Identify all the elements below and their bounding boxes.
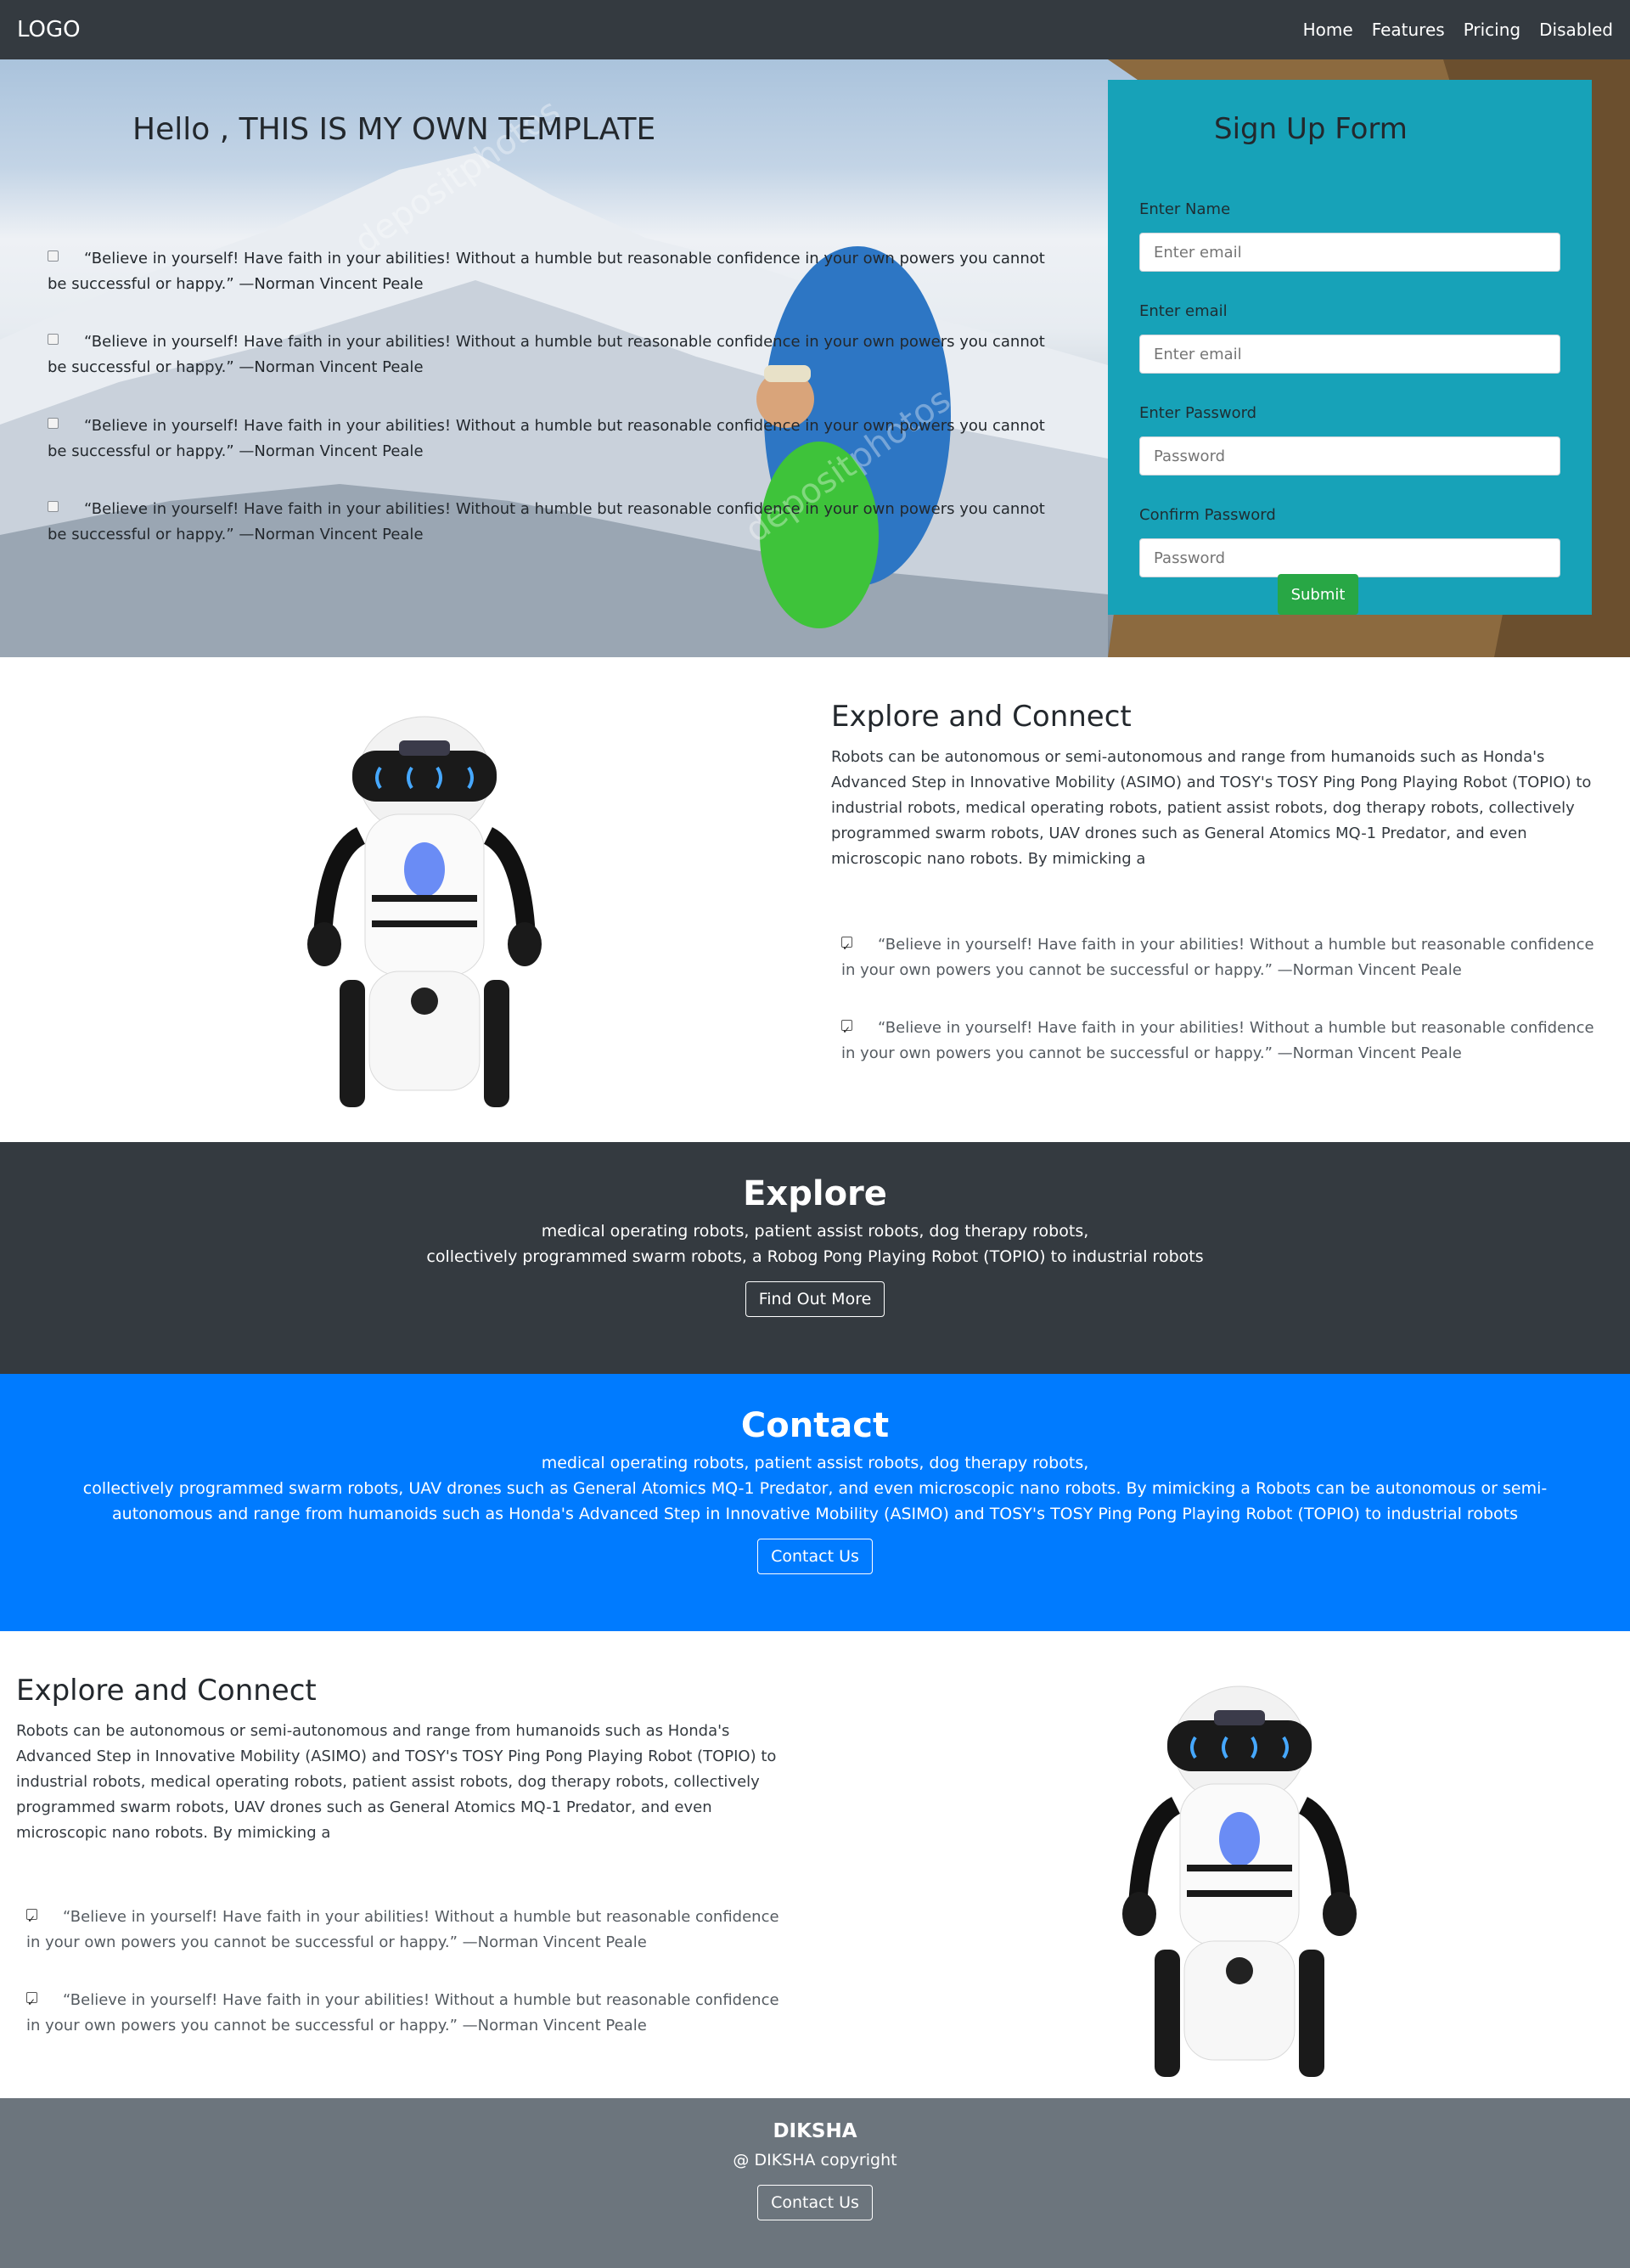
hero-section: depositphotos depositphotos Hello , THIS… xyxy=(0,59,1630,657)
name-label: Enter Name xyxy=(1139,200,1231,218)
password-field[interactable] xyxy=(1139,436,1560,476)
feature-2-quote: “Believe in yourself! Have faith in your… xyxy=(26,1988,790,2039)
feature-2-paragraph: Robots can be autonomous or semi-autonom… xyxy=(16,1722,777,1842)
nav-links: Home Features Pricing Disabled xyxy=(1303,20,1613,40)
quote-checkbox[interactable] xyxy=(48,418,59,429)
quote-checkbox[interactable] xyxy=(48,334,59,345)
robot-image xyxy=(1122,1686,1357,2077)
hero-quote: “Believe in yourself! Have faith in your… xyxy=(48,417,1045,460)
feature-2-title: Explore and Connect xyxy=(16,1674,317,1708)
feature-section-1: Explore and Connect Robots can be autono… xyxy=(0,657,1630,1142)
hero-title: Hello , THIS IS MY OWN TEMPLATE xyxy=(132,112,656,147)
contact-title: Contact xyxy=(740,1406,890,1445)
nav-link-disabled[interactable]: Disabled xyxy=(1539,20,1613,40)
find-out-more-button[interactable]: Find Out More xyxy=(745,1281,885,1317)
footer-contact-us-button[interactable]: Contact Us xyxy=(757,2185,873,2220)
feature-1-paragraph: Robots can be autonomous or semi-autonom… xyxy=(831,748,1592,868)
hero-quote: “Believe in yourself! Have faith in your… xyxy=(48,250,1045,293)
signup-title: Sign Up Form xyxy=(1214,112,1408,146)
footer-brand: DIKSHA xyxy=(773,2120,857,2142)
explore-section: Explore medical operating robots, patien… xyxy=(0,1142,1630,1374)
robot-image xyxy=(307,716,542,1107)
navbar: LOGO Home Features Pricing Disabled xyxy=(0,0,1630,59)
explore-line-1: medical operating robots, patient assist… xyxy=(541,1222,1089,1241)
confirm-password-label: Confirm Password xyxy=(1139,506,1276,524)
quote-checkbox-checked[interactable] xyxy=(841,934,852,960)
hero-quote: “Believe in yourself! Have faith in your… xyxy=(48,500,1045,543)
feature-2-quote: “Believe in yourself! Have faith in your… xyxy=(26,1905,790,1956)
quote-checkbox-checked[interactable] xyxy=(841,1017,852,1043)
footer-copyright: @ DIKSHA copyright xyxy=(733,2151,897,2170)
quote-checkbox-checked[interactable] xyxy=(26,1906,37,1932)
email-label: Enter email xyxy=(1139,302,1228,320)
explore-line-2: collectively programmed swarm robots, a … xyxy=(426,1247,1204,1266)
signup-form: Sign Up Form Enter Name Enter email Ente… xyxy=(1108,80,1592,615)
feature-1-quote: “Believe in yourself! Have faith in your… xyxy=(841,932,1605,983)
footer: DIKSHA @ DIKSHA copyright Contact Us xyxy=(0,2098,1630,2268)
feature-section-2: Explore and Connect Robots can be autono… xyxy=(0,1631,1630,2098)
feature-1-title: Explore and Connect xyxy=(831,700,1132,734)
contact-us-button[interactable]: Contact Us xyxy=(757,1539,873,1574)
nav-link-features[interactable]: Features xyxy=(1372,20,1445,40)
contact-section: Contact medical operating robots, patien… xyxy=(0,1374,1630,1631)
quote-checkbox-checked[interactable] xyxy=(26,1989,37,2015)
logo[interactable]: LOGO xyxy=(17,17,81,42)
nav-link-home[interactable]: Home xyxy=(1303,20,1353,40)
hero-quote: “Believe in yourself! Have faith in your… xyxy=(48,333,1045,376)
confirm-password-field[interactable] xyxy=(1139,538,1560,577)
email-field[interactable] xyxy=(1139,335,1560,374)
quote-checkbox[interactable] xyxy=(48,250,59,262)
name-field[interactable] xyxy=(1139,233,1560,272)
feature-1-quote: “Believe in yourself! Have faith in your… xyxy=(841,1016,1605,1066)
contact-line-2: collectively programmed swarm robots, UA… xyxy=(82,1479,1548,1523)
nav-link-pricing[interactable]: Pricing xyxy=(1464,20,1520,40)
explore-title: Explore xyxy=(743,1174,887,1213)
quote-checkbox[interactable] xyxy=(48,501,59,512)
submit-button[interactable]: Submit xyxy=(1278,574,1358,615)
contact-line-1: medical operating robots, patient assist… xyxy=(541,1454,1089,1472)
password-label: Enter Password xyxy=(1139,404,1257,422)
